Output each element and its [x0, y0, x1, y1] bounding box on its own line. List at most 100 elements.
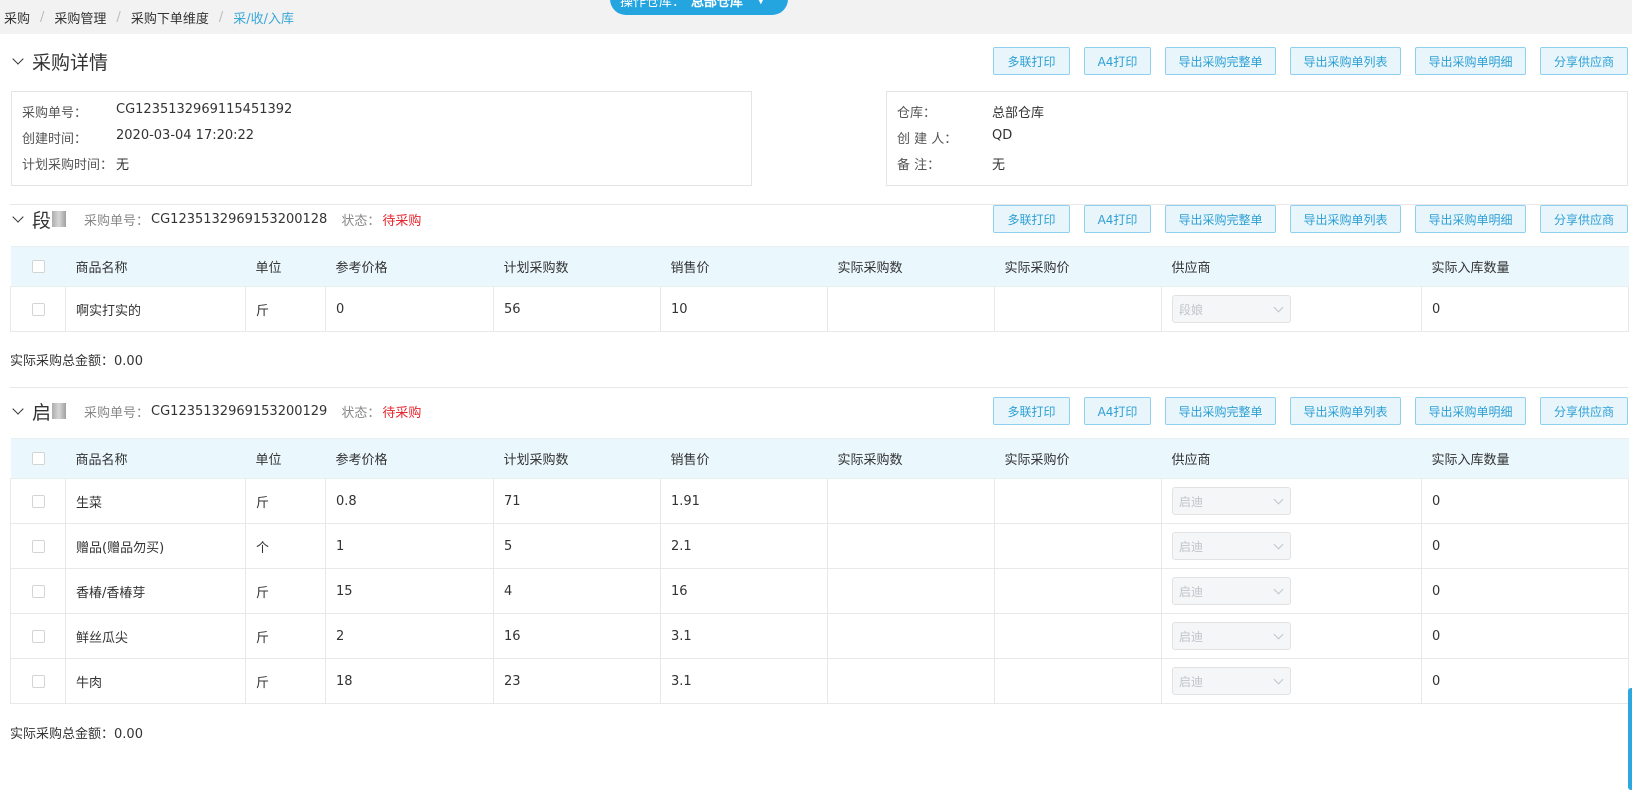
warehouse-selector-value: 总部仓库	[691, 0, 744, 10]
breadcrumb-item-purchase[interactable]: 采购	[4, 8, 30, 27]
export-full-button[interactable]: 导出采购完整单	[1165, 47, 1276, 75]
export-detail-button[interactable]: 导出采购单明细	[1415, 397, 1526, 425]
share-supplier-button[interactable]: 分享供应商	[1540, 205, 1628, 233]
plan-time-value: 无	[116, 158, 130, 173]
cell-in-qty: 0	[1421, 568, 1629, 614]
chevron-down-icon	[1273, 539, 1284, 549]
cell-unit: 斤	[245, 613, 326, 659]
plan-time-row: 计划采购时间： 无	[22, 154, 129, 173]
warehouse-selector[interactable]: 操作仓库： 总部仓库 ▼	[610, 0, 788, 15]
cell-unit: 斤	[245, 286, 326, 332]
row-checkbox[interactable]	[31, 674, 45, 688]
col-header: 实际采购数	[827, 246, 995, 287]
breadcrumb-item-purchase-mgmt[interactable]: 采购管理	[54, 8, 106, 27]
supplier-select[interactable]: 启迪	[1172, 532, 1291, 560]
supplier-select[interactable]: 启迪	[1172, 667, 1291, 695]
supplier-select-value: 启迪	[1179, 584, 1204, 599]
share-supplier-button[interactable]: 分享供应商	[1540, 397, 1628, 425]
detail-title: 采购详情	[32, 51, 109, 74]
cell-in-qty: 0	[1421, 478, 1629, 524]
cell-unit: 个	[245, 523, 326, 569]
cell-sale-price: 10	[660, 286, 828, 332]
collapse-chevron-icon[interactable]	[12, 403, 24, 415]
multi-print-button[interactable]: 多联打印	[993, 397, 1070, 425]
cell-actual-qty	[827, 613, 995, 659]
warehouse-label: 仓库：	[897, 106, 937, 121]
supplier-select[interactable]: 段娘	[1172, 295, 1291, 323]
row-select-cell	[10, 658, 66, 704]
breadcrumb-separator: /	[40, 9, 45, 25]
select-all-cell	[10, 246, 66, 287]
cell-sale-price: 3.1	[660, 658, 828, 704]
chevron-down-icon	[1273, 494, 1284, 504]
row-select-cell	[10, 613, 66, 659]
supplier-select-value: 启迪	[1179, 674, 1204, 689]
select-all-cell	[10, 438, 66, 479]
cell-name: 鲜丝瓜尖	[65, 613, 246, 659]
creator-label: 创 建 人：	[897, 132, 958, 147]
creator-value: QD	[992, 128, 1013, 143]
col-header: 实际采购价	[994, 438, 1162, 479]
chevron-down-icon	[1273, 674, 1284, 684]
collapse-chevron-icon[interactable]	[12, 53, 24, 65]
status-badge: 待采购	[382, 213, 422, 229]
select-all-checkbox[interactable]	[31, 260, 45, 273]
cell-name: 生菜	[65, 478, 246, 524]
supplier-cell: 启迪	[1161, 658, 1422, 704]
cell-plan-qty: 23	[493, 658, 661, 704]
detail-toolbar: 多联打印 A4打印 导出采购完整单 导出采购单列表 导出采购单明细 分享供应商	[979, 44, 1628, 78]
total-amount: 实际采购总金额：0.00	[10, 723, 143, 742]
order-info-left: 采购单号： CG1235132969115451392 创建时间： 2020-0…	[11, 91, 752, 186]
row-checkbox[interactable]	[31, 494, 45, 508]
cell-actual-price	[994, 478, 1162, 524]
row-checkbox[interactable]	[31, 629, 45, 643]
cell-name: 香椿/香椿芽	[65, 568, 246, 614]
cell-actual-price	[994, 613, 1162, 659]
col-header: 实际入库数量	[1421, 246, 1629, 287]
cell-ref-price: 0	[325, 286, 494, 332]
share-supplier-button[interactable]: 分享供应商	[1540, 47, 1628, 75]
export-full-button[interactable]: 导出采购完整单	[1165, 397, 1276, 425]
multi-print-button[interactable]: 多联打印	[993, 205, 1070, 233]
row-select-cell	[10, 286, 66, 332]
created-row: 创建时间： 2020-03-04 17:20:22	[22, 128, 254, 147]
cell-name: 赠品(赠品勿买)	[65, 523, 246, 569]
export-list-button[interactable]: 导出采购单列表	[1290, 205, 1401, 233]
multi-print-button[interactable]: 多联打印	[993, 47, 1070, 75]
export-detail-button[interactable]: 导出采购单明细	[1415, 205, 1526, 233]
breadcrumb-item-order-dimension[interactable]: 采购下单维度	[131, 8, 209, 27]
scrollbar[interactable]	[1628, 688, 1632, 790]
row-checkbox[interactable]	[31, 539, 45, 553]
remark-row: 备 注： 无	[897, 154, 1005, 173]
cell-unit: 斤	[245, 478, 326, 524]
supplier-select-value: 段娘	[1179, 302, 1204, 317]
a4-print-button[interactable]: A4打印	[1084, 397, 1151, 425]
group-order-no-value: CG1235132969153200128	[151, 211, 328, 227]
row-checkbox[interactable]	[31, 302, 45, 316]
table-row: 生菜斤 0.8 71 1.91 启迪 0	[10, 478, 1629, 524]
supplier-select[interactable]: 启迪	[1172, 487, 1291, 515]
select-all-checkbox[interactable]	[31, 452, 45, 465]
supplier-select[interactable]: 启迪	[1172, 577, 1291, 605]
export-detail-button[interactable]: 导出采购单明细	[1415, 47, 1526, 75]
chevron-down-icon	[1273, 302, 1284, 312]
export-list-button[interactable]: 导出采购单列表	[1290, 397, 1401, 425]
a4-print-button[interactable]: A4打印	[1084, 47, 1151, 75]
col-header: 参考价格	[325, 246, 494, 287]
export-full-button[interactable]: 导出采购完整单	[1165, 205, 1276, 233]
group-title: 启	[32, 398, 67, 425]
a4-print-button[interactable]: A4打印	[1084, 205, 1151, 233]
cell-ref-price: 18	[325, 658, 494, 704]
cell-plan-qty: 71	[493, 478, 661, 524]
total-value: 0.00	[114, 354, 143, 369]
supplier-cell: 启迪	[1161, 523, 1422, 569]
blurred-text	[52, 403, 67, 419]
cell-ref-price: 15	[325, 568, 494, 614]
export-list-button[interactable]: 导出采购单列表	[1290, 47, 1401, 75]
cell-plan-qty: 5	[493, 523, 661, 569]
breadcrumb-separator: /	[116, 9, 121, 25]
col-header: 供应商	[1161, 438, 1422, 479]
supplier-select[interactable]: 启迪	[1172, 622, 1291, 650]
row-checkbox[interactable]	[31, 584, 45, 598]
collapse-chevron-icon[interactable]	[12, 211, 24, 223]
